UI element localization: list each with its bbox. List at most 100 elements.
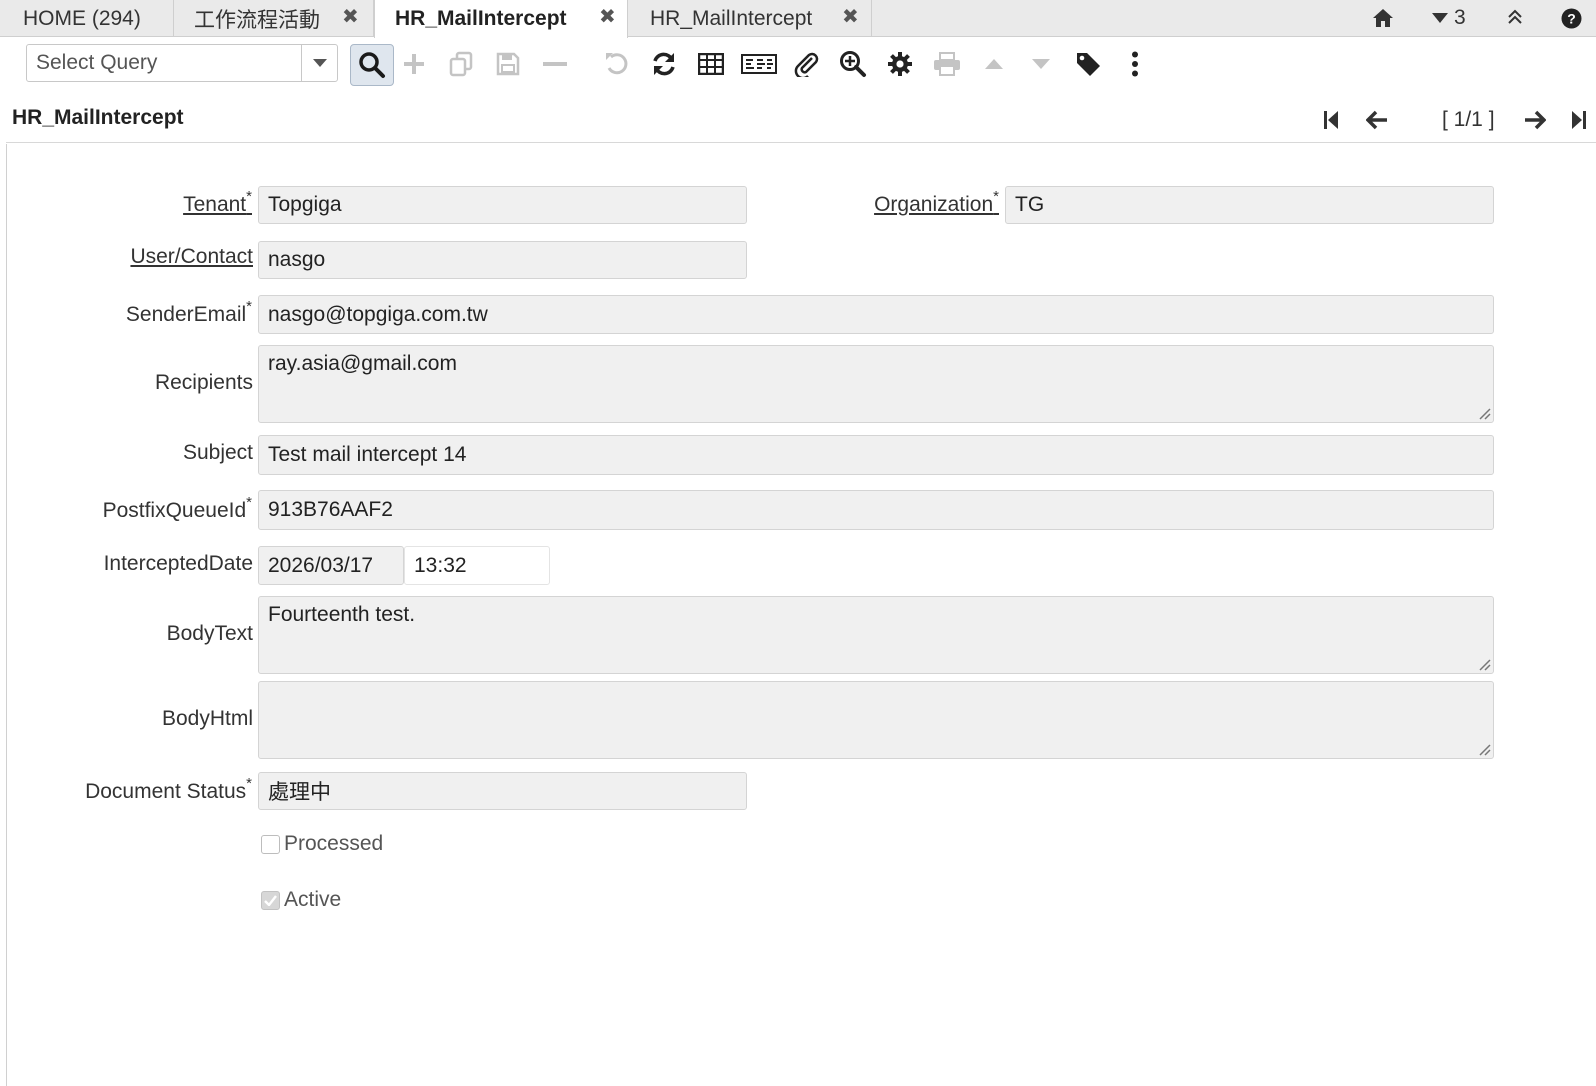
caret-down-icon [1432, 13, 1448, 23]
close-icon[interactable]: ✖ [599, 4, 616, 29]
detail-record-button[interactable] [1021, 44, 1061, 84]
body-text-label: BodyText [166, 622, 253, 645]
first-record-button[interactable] [1317, 106, 1345, 134]
organization-field[interactable]: TG [1005, 186, 1494, 224]
resize-grip-icon[interactable] [1477, 657, 1491, 671]
report-icon [741, 54, 777, 74]
parent-record-button[interactable] [974, 44, 1014, 84]
document-status-label: Document Status* [85, 775, 252, 804]
active-checkbox[interactable]: Active [261, 888, 341, 912]
close-icon[interactable]: ✖ [342, 4, 359, 29]
user-contact-value: nasgo [268, 248, 326, 271]
select-query-dropdown-button[interactable] [301, 45, 337, 81]
label-icon [1077, 53, 1100, 76]
organization-label[interactable]: Organization* [874, 188, 999, 217]
window-title-bar: HR_MailIntercept [ 1/1 ] [6, 98, 1596, 143]
attachment-button[interactable] [786, 44, 826, 84]
zoom-icon [840, 51, 866, 77]
new-record-button[interactable] [394, 44, 434, 84]
processed-checkbox[interactable]: Processed [261, 832, 383, 856]
document-status-field[interactable]: 處理中 [258, 772, 747, 810]
record-form: Tenant* Topgiga Organization* TG User/Co… [6, 144, 1596, 1086]
intercepted-time-field[interactable]: 13:32 [404, 546, 550, 585]
select-query-input[interactable]: Select Query [27, 51, 301, 75]
tab-hr-mailintercept[interactable]: HR_MailIntercept ✖ [628, 0, 872, 37]
subject-value: Test mail intercept 14 [268, 443, 467, 466]
save-button[interactable] [488, 44, 528, 84]
sender-email-label: SenderEmail* [126, 298, 252, 327]
copy-icon [449, 51, 473, 77]
required-mark: * [246, 775, 252, 792]
open-windows-menu[interactable]: 3 [1432, 4, 1466, 32]
delete-button[interactable] [535, 44, 575, 84]
user-contact-label[interactable]: User/Contact [130, 245, 253, 269]
double-chevron-up-icon[interactable] [1508, 9, 1522, 30]
body-text-textarea[interactable]: Fourteenth test. [258, 596, 1494, 674]
tenant-field[interactable]: Topgiga [258, 186, 747, 224]
body-html-textarea[interactable] [258, 681, 1494, 759]
toolbar: Select Query [6, 38, 1596, 90]
tab-workflow-label: 工作流程活動 [194, 8, 320, 32]
intercepted-date-field[interactable]: 2026/03/17 [258, 546, 404, 585]
detail-record-icon [1032, 59, 1050, 69]
new-icon [404, 54, 424, 74]
subject-label: Subject [182, 441, 253, 464]
grid-toggle-icon [698, 53, 724, 75]
zoom-across-button[interactable] [833, 44, 873, 84]
parent-record-icon [985, 59, 1003, 69]
first-record-icon [1324, 111, 1338, 129]
delete-icon [543, 62, 567, 66]
recipients-value: ray.asia@gmail.com [268, 352, 457, 375]
record-indicator: [ 1/1 ] [1442, 108, 1495, 131]
tab-home-label: HOME (294) [23, 6, 141, 30]
print-button[interactable] [927, 44, 967, 84]
label-button[interactable] [1068, 44, 1108, 84]
report-button[interactable] [739, 44, 779, 84]
tab-home[interactable]: HOME (294) [0, 0, 174, 37]
attachment-icon [794, 52, 819, 77]
resize-grip-icon[interactable] [1477, 406, 1491, 420]
tab-hr-mailintercept-active[interactable]: HR_MailIntercept ✖ [374, 0, 628, 38]
intercepted-date-label: InterceptedDate [103, 552, 253, 575]
subject-field[interactable]: Test mail intercept 14 [258, 435, 1494, 475]
postfix-queue-id-field[interactable]: 913B76AAF2 [258, 490, 1494, 530]
search-button[interactable] [350, 44, 394, 86]
processed-checkbox-box[interactable] [261, 834, 280, 854]
next-record-button[interactable] [1520, 106, 1550, 134]
document-status-value: 處理中 [268, 781, 331, 804]
arrow-right-icon [1525, 110, 1546, 130]
close-icon[interactable]: ✖ [842, 4, 859, 29]
user-contact-field[interactable]: nasgo [258, 241, 747, 279]
recipients-textarea[interactable]: ray.asia@gmail.com [258, 345, 1494, 423]
resize-grip-icon[interactable] [1477, 742, 1491, 756]
postfix-queue-id-label-text: PostfixQueueId [102, 499, 247, 522]
toggle-grid-button[interactable] [691, 44, 731, 84]
intercepted-date-value: 2026/03/17 [268, 553, 374, 577]
more-options-button[interactable] [1115, 44, 1155, 84]
help-icon[interactable]: ? [1561, 8, 1582, 34]
copy-record-button[interactable] [441, 44, 481, 84]
last-record-icon [1572, 111, 1586, 129]
sender-email-field[interactable]: nasgo@topgiga.com.tw [258, 295, 1494, 334]
body-text-value: Fourteenth test. [268, 603, 416, 626]
recipients-label: Recipients [154, 371, 253, 394]
last-record-button[interactable] [1566, 106, 1592, 134]
sender-email-value: nasgo@topgiga.com.tw [268, 302, 488, 326]
previous-record-button[interactable] [1362, 106, 1392, 134]
page-title: HR_MailIntercept [12, 106, 184, 129]
organization-value: TG [1015, 193, 1045, 216]
select-query-combobox[interactable]: Select Query [26, 44, 338, 82]
home-icon[interactable] [1372, 8, 1394, 28]
body-html-label: BodyHtml [161, 707, 253, 730]
caret-down-icon [312, 59, 327, 67]
tenant-label[interactable]: Tenant* [183, 188, 252, 217]
undo-button[interactable] [597, 44, 637, 84]
checkmark-icon [264, 894, 277, 906]
print-icon [934, 52, 960, 76]
refresh-button[interactable] [644, 44, 684, 84]
process-button[interactable] [880, 44, 920, 84]
window-tab-strip: HOME (294) 工作流程活動 ✖ HR_MailIntercept ✖ H… [0, 0, 1596, 38]
tenant-label-text: Tenant [183, 193, 247, 216]
tab-workflow-activities[interactable]: 工作流程活動 ✖ [174, 0, 374, 37]
active-checkbox-box[interactable] [261, 890, 280, 910]
